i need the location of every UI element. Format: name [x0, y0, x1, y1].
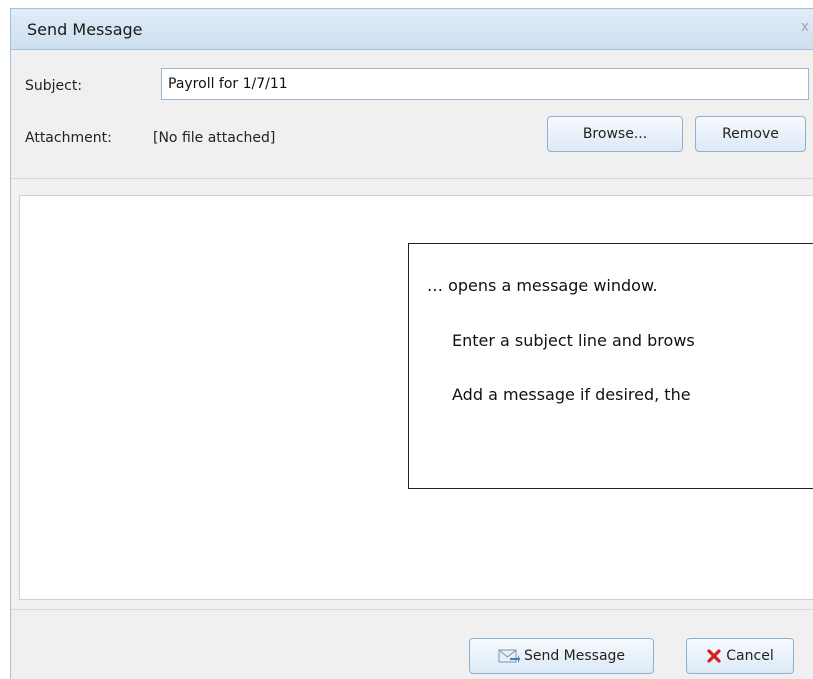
- dialog-titlebar[interactable]: Send Message x: [11, 9, 813, 50]
- send-message-button[interactable]: Send Message: [469, 638, 654, 674]
- red-x-icon: [706, 648, 722, 664]
- attachment-value: [No file attached]: [153, 130, 276, 146]
- subject-input[interactable]: [161, 68, 809, 100]
- instruction-callout: … opens a message window. Enter a subjec…: [408, 243, 813, 489]
- dialog-title: Send Message: [27, 20, 143, 39]
- header-form: Subject: Attachment: [No file attached] …: [11, 50, 813, 179]
- browse-button[interactable]: Browse...: [547, 116, 683, 152]
- send-message-label: Send Message: [523, 648, 626, 664]
- envelope-send-icon: [498, 647, 520, 665]
- subject-label: Subject:: [25, 78, 83, 94]
- dialog-footer: Send Message Cancel: [11, 609, 813, 679]
- callout-line-1: … opens a message window.: [427, 276, 658, 295]
- callout-line-3: Add a message if desired, the: [452, 385, 691, 404]
- cancel-label: Cancel: [726, 648, 774, 664]
- callout-line-2: Enter a subject line and brows: [452, 331, 695, 350]
- remove-button[interactable]: Remove: [695, 116, 806, 152]
- close-icon[interactable]: x: [801, 19, 809, 35]
- attachment-label: Attachment:: [25, 130, 112, 146]
- cancel-button[interactable]: Cancel: [686, 638, 794, 674]
